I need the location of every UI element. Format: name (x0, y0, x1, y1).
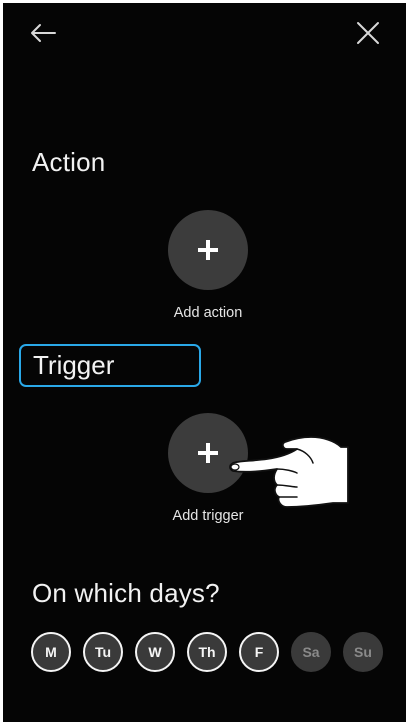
close-button[interactable] (348, 13, 388, 53)
trigger-section-title: Trigger (33, 350, 115, 380)
back-button[interactable] (23, 13, 63, 53)
day-toggle-m[interactable]: M (31, 632, 71, 672)
trigger-section-title-focused: Trigger (19, 344, 201, 387)
plus-icon (198, 443, 218, 463)
action-section-title: Action (32, 147, 106, 177)
day-toggle-su[interactable]: Su (343, 632, 383, 672)
automation-screen: Action Add action Trigger Add trigger On… (3, 3, 406, 722)
add-action-button[interactable] (168, 210, 248, 290)
add-action-label: Add action (173, 305, 243, 321)
pointing-hand-icon (229, 436, 349, 508)
day-toggle-th[interactable]: Th (187, 632, 227, 672)
days-section-title: On which days? (32, 578, 220, 608)
day-toggle-f[interactable]: F (239, 632, 279, 672)
arrow-left-icon (31, 24, 56, 42)
day-toggle-tu[interactable]: Tu (83, 632, 123, 672)
close-icon (357, 22, 379, 44)
day-toggle-w[interactable]: W (135, 632, 175, 672)
plus-icon (198, 240, 218, 260)
day-toggle-sa[interactable]: Sa (291, 632, 331, 672)
